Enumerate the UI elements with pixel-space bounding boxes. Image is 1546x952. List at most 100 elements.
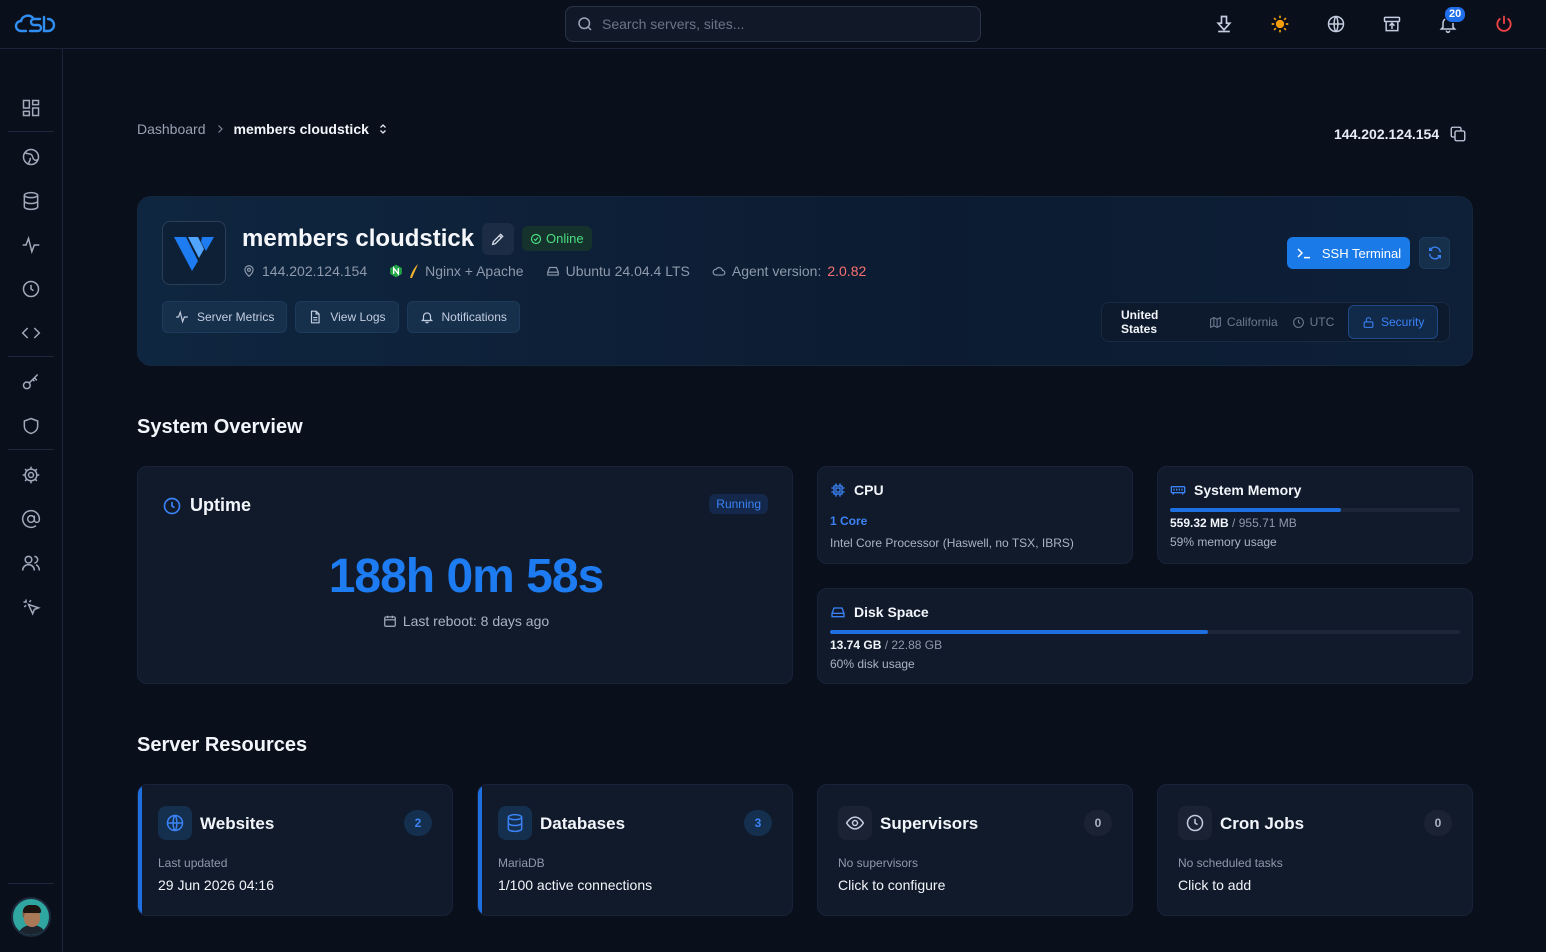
sidebar	[0, 49, 63, 952]
notifications-button[interactable]: Notifications	[406, 301, 520, 333]
cpu-card: CPU 1 Core Intel Core Processor (Haswell…	[817, 466, 1133, 564]
uptime-value: 188h 0m 58s	[328, 550, 605, 603]
location-region: California	[1209, 315, 1278, 329]
databases-count: 3	[744, 810, 772, 836]
user-avatar[interactable]	[11, 897, 51, 937]
cron-jobs-card[interactable]: Cron Jobs 0 No scheduled tasks Click to …	[1157, 784, 1473, 916]
memory-usage-fill	[1170, 508, 1342, 512]
pencil-icon	[490, 231, 506, 247]
hard-drive-icon	[546, 264, 560, 278]
globe-icon[interactable]	[1324, 12, 1348, 36]
websites-card[interactable]: Websites 2 Last updated 29 Jun 2026 04:1…	[137, 784, 453, 916]
ssh-terminal-label: SSH Terminal	[1321, 245, 1402, 261]
sites-globe-icon[interactable]	[20, 146, 42, 168]
databases-title: Databases	[540, 814, 626, 833]
online-status-badge: Online	[522, 226, 592, 251]
bell-icon	[420, 310, 434, 324]
copy-icon[interactable]	[1449, 125, 1467, 143]
view-logs-label: View Logs	[330, 310, 386, 324]
databases-card[interactable]: Databases 3 MariaDB 1/100 active connect…	[477, 784, 793, 916]
disk-title: Disk Space	[854, 604, 929, 620]
cron-jobs-count: 0	[1424, 810, 1452, 836]
download-icon[interactable]	[1212, 12, 1236, 36]
check-circle-icon	[530, 233, 542, 245]
security-button[interactable]: Security	[1348, 305, 1438, 339]
notification-count-badge: 20	[1444, 6, 1467, 23]
server-os: Ubuntu 24.04.4 LTS	[565, 263, 690, 279]
dashboard-grid-icon[interactable]	[20, 97, 42, 119]
location-pin-icon	[242, 264, 256, 278]
disk-usage-values: 13.74 GB / 22.88 GB	[830, 638, 942, 652]
memory-used: 559.32 MB	[1170, 516, 1229, 530]
websites-count: 2	[404, 810, 432, 836]
refresh-icon	[1427, 245, 1443, 261]
disk-usage-percent: 60% disk usage	[830, 657, 915, 671]
cpu-model: Intel Core Processor (Haswell, no TSX, I…	[830, 536, 1074, 550]
settings-gear-icon[interactable]	[20, 464, 42, 486]
last-reboot: Last reboot: 8 days ago	[138, 613, 794, 629]
supervisors-card[interactable]: Supervisors 0 No supervisors Click to co…	[817, 784, 1133, 916]
view-logs-button[interactable]: View Logs	[295, 301, 399, 333]
email-at-icon[interactable]	[20, 508, 42, 530]
breadcrumb: Dashboard members cloudstick	[137, 121, 389, 137]
clock-icon[interactable]	[20, 278, 42, 300]
document-icon	[308, 310, 322, 324]
memory-total: / 955.71 MB	[1232, 516, 1297, 530]
server-name: members cloudstick	[242, 225, 475, 252]
database-icon[interactable]	[20, 190, 42, 212]
users-icon[interactable]	[20, 552, 42, 574]
server-ip[interactable]: 144.202.124.154	[262, 263, 367, 279]
cron-jobs-title: Cron Jobs	[1220, 814, 1305, 833]
server-metrics-button[interactable]: Server Metrics	[162, 301, 288, 333]
top-bar: 20	[0, 0, 1546, 49]
lock-icon	[1362, 316, 1375, 329]
disk-total: / 22.88 GB	[884, 638, 943, 652]
notifications-label: Notifications	[441, 310, 507, 324]
location-region-text: California	[1226, 315, 1278, 329]
disk-card: Disk Space 13.74 GB / 22.88 GB 60% disk …	[817, 588, 1473, 684]
refresh-button[interactable]	[1419, 237, 1450, 269]
cursor-pointer-icon[interactable]	[20, 596, 42, 618]
system-overview-heading: System Overview	[137, 416, 303, 438]
ssh-terminal-button[interactable]: SSH Terminal	[1287, 237, 1410, 269]
code-icon[interactable]	[20, 322, 42, 344]
shield-icon[interactable]	[20, 415, 42, 437]
clock-icon	[1178, 806, 1212, 840]
terminal-icon	[1296, 245, 1312, 261]
cron-jobs-main[interactable]: Click to add	[1178, 877, 1251, 893]
cpu-title: CPU	[854, 482, 884, 498]
vultr-provider-logo	[162, 221, 226, 285]
key-icon[interactable]	[20, 371, 42, 393]
server-resources-heading: Server Resources	[137, 734, 308, 756]
chevron-up-down-icon[interactable]	[377, 122, 389, 136]
databases-main: 1/100 active connections	[498, 877, 653, 893]
database-icon	[498, 806, 532, 840]
chevron-right-icon	[214, 123, 226, 135]
map-icon	[1209, 316, 1222, 329]
server-summary-card: members cloudstick Online 144.202.124.15…	[137, 196, 1473, 366]
activity-icon[interactable]	[20, 234, 42, 256]
power-icon[interactable]	[1492, 12, 1516, 36]
search-input[interactable]	[602, 16, 962, 32]
websites-title: Websites	[200, 814, 275, 833]
online-status-text: Online	[546, 231, 584, 246]
last-reboot-text: Last reboot: 8 days ago	[402, 613, 550, 629]
memory-title: System Memory	[1194, 482, 1302, 498]
breadcrumb-dashboard-link[interactable]: Dashboard	[137, 121, 206, 137]
location-timezone-text: UTC	[1309, 315, 1335, 329]
disk-usage-bar	[830, 630, 1460, 634]
uptime-title: Uptime	[190, 495, 252, 515]
supervisors-main[interactable]: Click to configure	[838, 877, 945, 893]
cloudstick-logo[interactable]	[14, 12, 56, 36]
nginx-icon	[389, 264, 403, 278]
edit-server-name-button[interactable]	[482, 223, 514, 255]
breadcrumb-current-server[interactable]: members cloudstick	[234, 121, 369, 137]
web-stack: Nginx + Apache	[425, 263, 524, 279]
search-bar[interactable]	[565, 6, 981, 42]
sun-icon[interactable]	[1268, 12, 1292, 36]
websites-sub: Last updated	[158, 856, 228, 870]
bell-icon[interactable]: 20	[1436, 6, 1467, 36]
databases-sub: MariaDB	[498, 856, 545, 870]
archive-upload-icon[interactable]	[1380, 12, 1404, 36]
cloud-icon	[712, 264, 726, 278]
